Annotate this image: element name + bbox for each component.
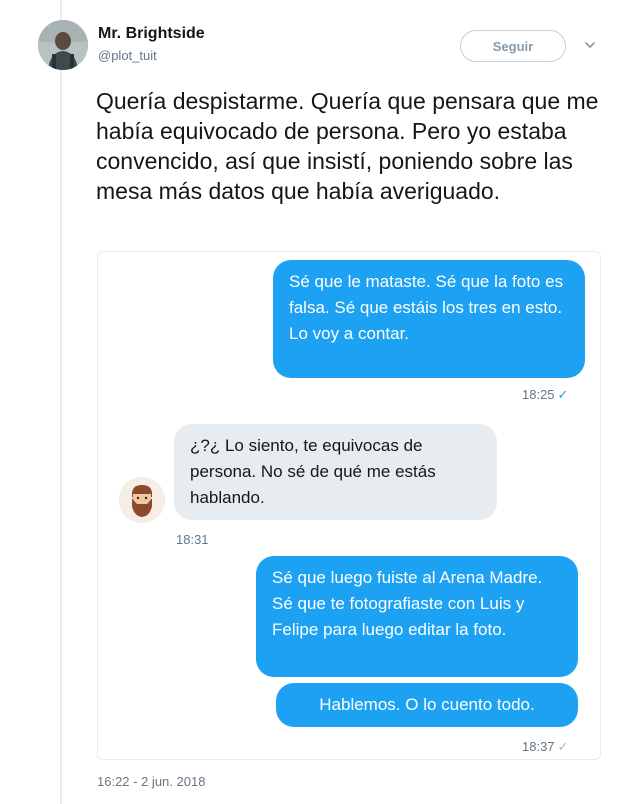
message-text: ¿?¿ Lo siento, te equivocas de persona. … <box>190 436 436 507</box>
message-text: Sé que le mataste. Sé que la foto es fal… <box>289 272 564 343</box>
message-text: Hablemos. O lo cuento todo. <box>319 695 535 714</box>
bearded-man-avatar-icon <box>119 477 165 523</box>
time-label: 18:25 <box>522 387 555 402</box>
time-label: 18:37 <box>522 739 555 754</box>
read-check-icon: ✓ <box>557 387 569 402</box>
message-time: 18:31 <box>176 532 209 547</box>
message-time: 18:25 ✓ <box>522 387 568 403</box>
tweet-header: Mr. Brightside @plot_tuit Seguir <box>38 20 607 76</box>
author-name[interactable]: Mr. Brightside <box>98 25 205 43</box>
tweet-text: Quería despistarme. Quería que pensara q… <box>96 88 599 204</box>
message-outgoing: Sé que le mataste. Sé que la foto es fal… <box>273 260 585 378</box>
message-outgoing: Hablemos. O lo cuento todo. <box>276 683 578 727</box>
sent-check-icon: ✓ <box>557 739 569 754</box>
message-time: 18:37 ✓ <box>522 739 568 755</box>
tweet-timestamp[interactable]: 16:22 - 2 jun. 2018 <box>97 774 205 789</box>
message-outgoing: Sé que luego fuiste al Arena Madre. Sé q… <box>256 556 578 677</box>
profile-photo-icon <box>38 20 88 70</box>
chevron-down-icon[interactable] <box>578 33 602 57</box>
message-text: Sé que luego fuiste al Arena Madre. Sé q… <box>272 568 543 639</box>
author-handle[interactable]: @plot_tuit <box>98 48 157 63</box>
thread-line <box>60 0 62 804</box>
follow-button[interactable]: Seguir <box>460 30 566 62</box>
message-incoming: ¿?¿ Lo siento, te equivocas de persona. … <box>174 424 497 520</box>
profile-avatar[interactable] <box>38 20 88 70</box>
